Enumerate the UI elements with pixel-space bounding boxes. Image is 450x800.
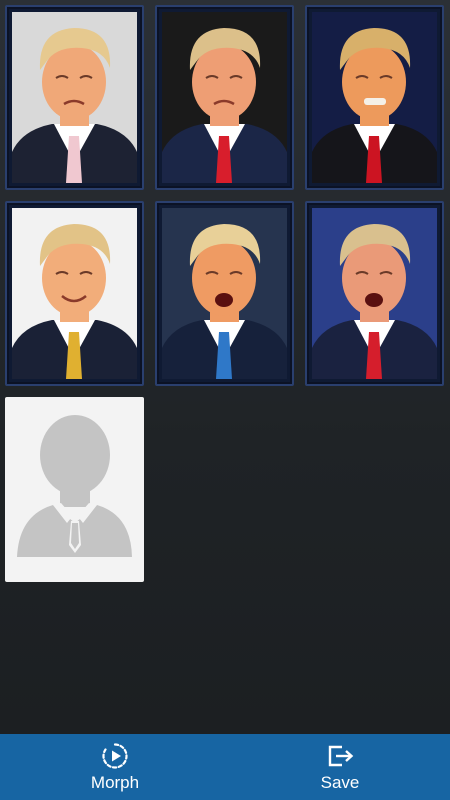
play-circle-icon	[102, 742, 128, 769]
save-label: Save	[320, 772, 360, 792]
bottom-action-bar: Morph Save	[0, 734, 450, 800]
photo-tile[interactable]	[305, 5, 444, 190]
face-photo	[12, 208, 137, 379]
person-placeholder-icon	[17, 415, 132, 557]
morph-label: Morph	[90, 772, 140, 792]
face-photo	[162, 12, 287, 183]
face-photo	[12, 12, 137, 183]
face-photo	[312, 208, 437, 379]
add-photo-tile[interactable]	[5, 397, 144, 582]
face-illustration	[12, 12, 137, 183]
face-illustration	[312, 208, 437, 379]
face-photo	[312, 12, 437, 183]
face-illustration	[162, 208, 287, 379]
save-button[interactable]: Save	[230, 734, 450, 800]
photo-tile[interactable]	[155, 5, 294, 190]
photo-tile[interactable]	[5, 201, 144, 386]
face-illustration	[12, 208, 137, 379]
photo-tile[interactable]	[305, 201, 444, 386]
photo-tile[interactable]	[5, 5, 144, 190]
face-photo	[162, 208, 287, 379]
morph-button[interactable]: Morph	[0, 734, 230, 800]
face-illustration	[312, 12, 437, 183]
photo-grid	[0, 0, 450, 734]
export-icon	[328, 745, 354, 766]
photo-tile[interactable]	[155, 201, 294, 386]
face-illustration	[162, 12, 287, 183]
